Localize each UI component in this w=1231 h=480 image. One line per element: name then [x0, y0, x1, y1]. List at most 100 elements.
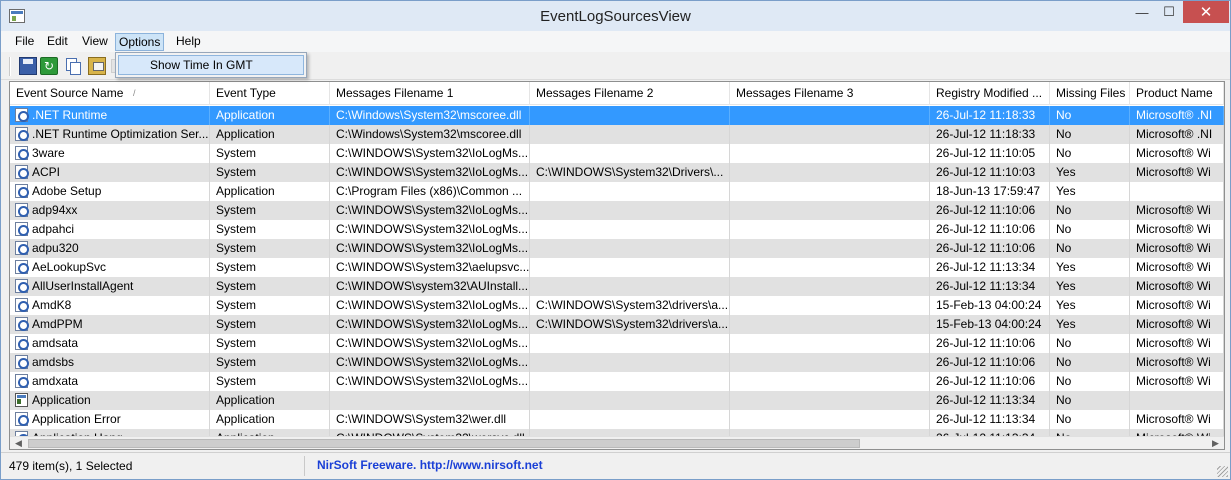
- horizontal-scroll-thumb[interactable]: [28, 439, 860, 448]
- title-bar[interactable]: EventLogSourcesView — ☐ ✕: [1, 1, 1230, 31]
- cell-registry-modified: 26-Jul-12 11:10:06: [930, 334, 1050, 353]
- menu-help[interactable]: Help: [173, 33, 204, 51]
- cell-product-name: Microsoft® Wi: [1130, 353, 1224, 372]
- cell-text: Adobe Setup: [32, 184, 102, 198]
- cell-event-type: System: [210, 372, 330, 391]
- cell-missing-files: Yes: [1050, 277, 1130, 296]
- cell-registry-modified: 26-Jul-12 11:13:34: [930, 258, 1050, 277]
- cell-messages-filename-1: [330, 391, 530, 410]
- cell-event-source-name: .NET Runtime Optimization Ser...: [10, 125, 210, 144]
- cell-messages-filename-2: C:\WINDOWS\System32\drivers\a...: [530, 315, 730, 334]
- cell-event-type: Application: [210, 391, 330, 410]
- cell-event-type: System: [210, 144, 330, 163]
- cell-messages-filename-3: [730, 353, 930, 372]
- cell-event-source-name: AeLookupSvc: [10, 258, 210, 277]
- table-row[interactable]: amdsbs System C:\WINDOWS\System32\IoLogMs.…: [10, 353, 1224, 372]
- cell-messages-filename-2: [530, 220, 730, 239]
- cell-messages-filename-1: C:\WINDOWS\System32\IoLogMs...: [330, 220, 530, 239]
- cell-text: amdxata: [32, 374, 79, 388]
- column-header-event-source-name[interactable]: Event Source Name /: [10, 82, 210, 105]
- cell-event-type: System: [210, 334, 330, 353]
- table-row[interactable]: .NET Runtime Optimization Ser... Applicat…: [10, 125, 1224, 144]
- column-header-registry-modified[interactable]: Registry Modified ...: [930, 82, 1050, 105]
- save-icon[interactable]: [19, 57, 37, 75]
- table-row[interactable]: .NET Runtime Application C:\Windows\System…: [10, 106, 1224, 125]
- cell-messages-filename-2: [530, 201, 730, 220]
- table-row[interactable]: adpahci System C:\WINDOWS\System32\IoLogMs…: [10, 220, 1224, 239]
- table-row[interactable]: amdsata System C:\WINDOWS\System32\IoLogMs…: [10, 334, 1224, 353]
- cell-product-name: Microsoft® Wi: [1130, 315, 1224, 334]
- table-row[interactable]: AllUserInstallAgent System C:\WINDOWS\syst…: [10, 277, 1224, 296]
- column-header-missing-files[interactable]: Missing Files: [1050, 82, 1130, 105]
- scroll-left-arrow-icon[interactable]: ◀: [10, 437, 27, 449]
- cell-messages-filename-1: C:\WINDOWS\System32\IoLogMs...: [330, 315, 530, 334]
- cell-messages-filename-1: C:\WINDOWS\System32\IoLogMs...: [330, 334, 530, 353]
- source-icon: [15, 108, 29, 122]
- copy-icon[interactable]: [64, 57, 82, 75]
- menu-item-show-time-in-gmt[interactable]: Show Time In GMT: [118, 55, 304, 75]
- cell-text: amdsbs: [32, 355, 75, 369]
- menu-edit[interactable]: Edit: [44, 33, 71, 51]
- refresh-icon[interactable]: ↻: [40, 57, 58, 75]
- table-row[interactable]: Application Error Application C:\WINDOWS\S…: [10, 410, 1224, 429]
- menu-file[interactable]: File: [12, 33, 37, 51]
- horizontal-scrollbar[interactable]: ◀ ▶: [10, 436, 1224, 449]
- source-icon: [15, 279, 29, 293]
- source-icon: [15, 241, 29, 255]
- cell-registry-modified: 26-Jul-12 11:10:03: [930, 163, 1050, 182]
- column-header-messages-filename-2[interactable]: Messages Filename 2: [530, 82, 730, 105]
- cell-messages-filename-3: [730, 410, 930, 429]
- scroll-right-arrow-icon[interactable]: ▶: [1207, 437, 1224, 449]
- cell-event-source-name: AmdK8: [10, 296, 210, 315]
- column-header-product-name[interactable]: Product Name: [1130, 82, 1224, 105]
- cell-registry-modified: 15-Feb-13 04:00:24: [930, 315, 1050, 334]
- table-row[interactable]: adp94xx System C:\WINDOWS\System32\IoLogMs…: [10, 201, 1224, 220]
- nirsoft-link[interactable]: NirSoft Freeware. http://www.nirsoft.net: [309, 456, 1229, 476]
- cell-product-name: Microsoft® Wi: [1130, 296, 1224, 315]
- cell-messages-filename-3: [730, 372, 930, 391]
- table-row[interactable]: amdxata System C:\WINDOWS\System32\IoLogMs…: [10, 372, 1224, 391]
- cell-messages-filename-3: [730, 334, 930, 353]
- cell-missing-files: No: [1050, 220, 1130, 239]
- table-row[interactable]: Application Application 26-Jul-12 11:13:34…: [10, 391, 1224, 410]
- cell-messages-filename-3: [730, 239, 930, 258]
- table-row[interactable]: 3ware System C:\WINDOWS\System32\IoLogMs..…: [10, 144, 1224, 163]
- menu-options[interactable]: Options: [115, 33, 165, 51]
- table-row[interactable]: adpu320 System C:\WINDOWS\System32\IoLogMs…: [10, 239, 1224, 258]
- cell-missing-files: No: [1050, 125, 1130, 144]
- cell-text: Application Error: [32, 412, 121, 426]
- close-button[interactable]: ✕: [1183, 1, 1229, 23]
- cell-messages-filename-1: C:\WINDOWS\System32\IoLogMs...: [330, 144, 530, 163]
- table-row[interactable]: AmdPPM System C:\WINDOWS\System32\IoLogMs.…: [10, 315, 1224, 334]
- table-row[interactable]: ACPI System C:\WINDOWS\System32\IoLogMs...…: [10, 163, 1224, 182]
- table-row[interactable]: Adobe Setup Application C:\Program Files (…: [10, 182, 1224, 201]
- menu-view[interactable]: View: [79, 33, 111, 51]
- cell-event-type: Application: [210, 125, 330, 144]
- cell-missing-files: No: [1050, 372, 1130, 391]
- maximize-button[interactable]: ☐: [1156, 1, 1182, 23]
- cell-event-source-name: 3ware: [10, 144, 210, 163]
- app-window: EventLogSourcesView — ☐ ✕ File Edit View…: [0, 0, 1231, 480]
- cell-registry-modified: 26-Jul-12 11:10:06: [930, 201, 1050, 220]
- minimize-button[interactable]: —: [1129, 1, 1155, 23]
- properties-icon[interactable]: [88, 57, 106, 75]
- cell-messages-filename-2: [530, 372, 730, 391]
- table-row[interactable]: AmdK8 System C:\WINDOWS\System32\IoLogMs..…: [10, 296, 1224, 315]
- cell-registry-modified: 26-Jul-12 11:13:34: [930, 277, 1050, 296]
- column-header-messages-filename-3[interactable]: Messages Filename 3: [730, 82, 930, 105]
- column-header-label: Event Source Name: [16, 86, 124, 100]
- cell-event-type: System: [210, 220, 330, 239]
- cell-event-source-name: Application: [10, 391, 210, 410]
- table-row[interactable]: AeLookupSvc System C:\WINDOWS\System32\ael…: [10, 258, 1224, 277]
- column-header-event-type[interactable]: Event Type: [210, 82, 330, 105]
- cell-messages-filename-2: C:\WINDOWS\System32\drivers\a...: [530, 296, 730, 315]
- column-header-row: Event Source Name / Event Type Messages …: [10, 82, 1224, 105]
- window-title: EventLogSourcesView: [540, 8, 691, 25]
- event-sources-list[interactable]: Event Source Name / Event Type Messages …: [9, 81, 1225, 450]
- cell-product-name: Microsoft® Wi: [1130, 410, 1224, 429]
- source-icon: [15, 165, 29, 179]
- column-header-messages-filename-1[interactable]: Messages Filename 1: [330, 82, 530, 105]
- source-icon: [15, 146, 29, 160]
- cell-product-name: Microsoft® Wi: [1130, 372, 1224, 391]
- resize-grip-icon[interactable]: [1217, 466, 1228, 477]
